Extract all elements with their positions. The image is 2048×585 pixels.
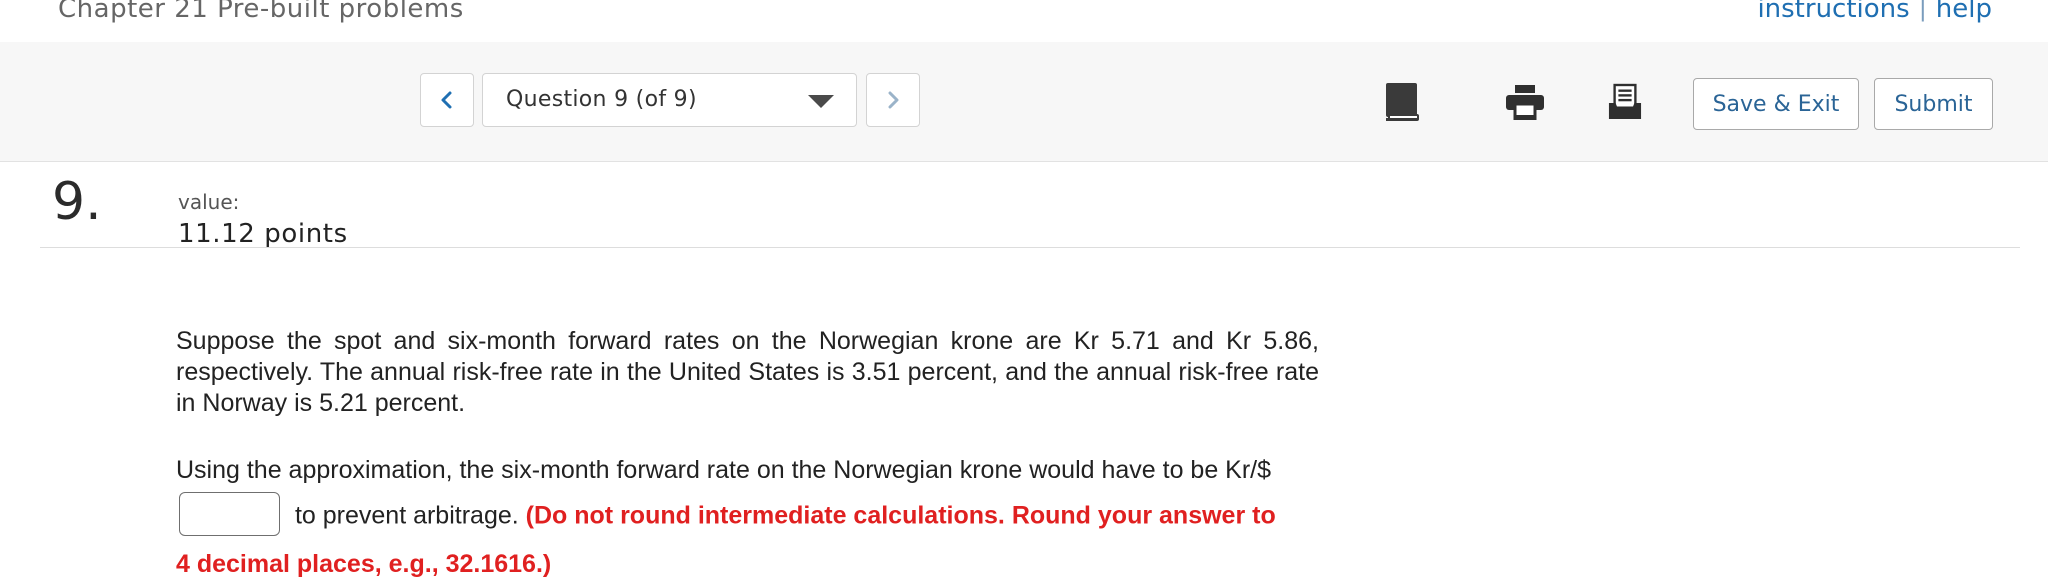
instructions-link[interactable]: instructions	[1757, 0, 1909, 24]
save-exit-button[interactable]: Save & Exit	[1693, 78, 1859, 130]
print-icon[interactable]	[1505, 82, 1545, 122]
answer-input[interactable]	[179, 492, 280, 536]
question-prompt-suffix: to prevent arbitrage.	[294, 501, 519, 530]
answer-line: to prevent arbitrage. (Do not round inte…	[176, 492, 1319, 539]
value-points: 11.12 points	[178, 219, 348, 249]
next-question-button[interactable]	[866, 73, 920, 127]
question-paragraph-2: Using the approximation, the six-month f…	[176, 455, 1319, 580]
rounding-instruction-part1: (Do not round intermediate calculations.…	[525, 501, 1276, 530]
top-bar: Chapter 21 Pre-built problems instructio…	[0, 0, 2048, 42]
previous-question-button[interactable]	[420, 73, 474, 127]
rounding-instruction-part2: 4 decimal places, e.g., 32.1616.)	[176, 550, 552, 578]
chevron-down-icon	[808, 95, 834, 108]
question-paragraph-1: Suppose the spot and six-month forward r…	[176, 327, 1319, 417]
help-link[interactable]: help	[1936, 0, 1992, 24]
question-prompt-text: Using the approximation, the six-month f…	[176, 456, 1272, 484]
question-selector-label: Question 9 (of 9)	[506, 87, 697, 112]
question-toolbar: Question 9 (of 9) Save & Exit Submit	[0, 42, 2048, 162]
question-selector[interactable]: Question 9 (of 9)	[482, 73, 857, 127]
book-icon[interactable]	[1382, 82, 1422, 122]
link-separator: |	[1918, 0, 1927, 22]
value-label: value:	[178, 190, 240, 214]
chevron-left-icon	[441, 91, 452, 109]
chapter-title: Chapter 21 Pre-built problems	[58, 0, 464, 24]
top-links: instructions | help	[1757, 0, 1992, 24]
header-divider	[40, 247, 2020, 248]
submit-button[interactable]: Submit	[1874, 78, 1993, 130]
chevron-right-icon	[888, 91, 899, 109]
list-icon[interactable]	[1605, 82, 1645, 122]
question-number: 9.	[52, 172, 102, 232]
